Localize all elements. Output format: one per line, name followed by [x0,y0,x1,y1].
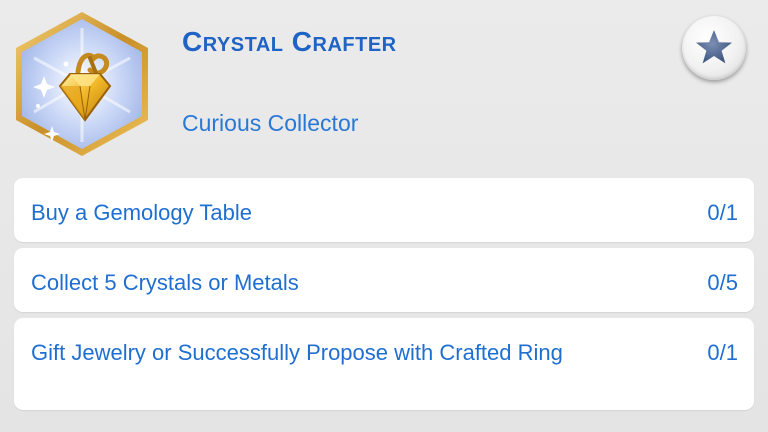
milestone-label: Buy a Gemology Table [31,200,252,225]
aspiration-badge [8,8,156,160]
milestone-progress: 0/1 [707,200,738,225]
milestone-progress: 0/5 [707,270,738,295]
milestone-row[interactable]: Collect 5 Crystals or Metals 0/5 [14,248,754,312]
aspiration-panel: Crystal Crafter Curious Collector Buy a … [0,0,768,432]
milestone-progress: 0/1 [707,340,738,365]
crystal-necklace-icon [16,12,148,156]
milestone-label: Collect 5 Crystals or Metals [31,270,299,295]
aspiration-category: Curious Collector [182,110,359,136]
milestone-row[interactable]: Gift Jewelry or Successfully Propose wit… [14,318,754,410]
milestone-label: Gift Jewelry or Successfully Propose wit… [31,340,563,365]
star-icon [696,30,732,64]
aspiration-title: Crystal Crafter [182,26,397,57]
milestone-row[interactable]: Buy a Gemology Table 0/1 [14,178,754,242]
milestone-list: Buy a Gemology Table 0/1 Collect 5 Cryst… [14,178,754,416]
favorite-button[interactable] [682,16,746,80]
